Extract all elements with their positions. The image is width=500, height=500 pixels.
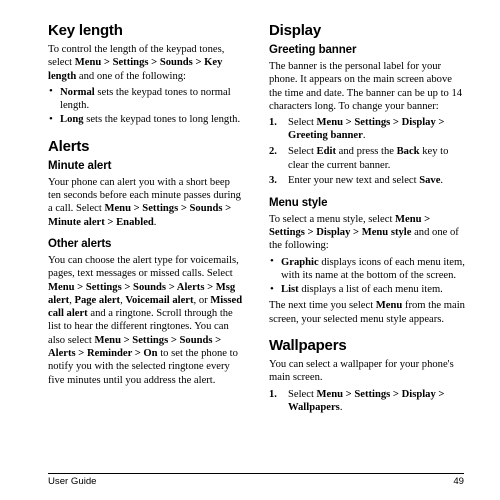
list-greeting-banner-steps: 1. Select Menu > Settings > Display > Gre… bbox=[269, 116, 466, 187]
text-plain: and one of the following: bbox=[76, 70, 187, 82]
option-keyword: Long bbox=[60, 114, 84, 126]
menu-path-keyword: Page alert bbox=[74, 294, 121, 306]
list-item: 1. Select Menu > Settings > Display > Gre… bbox=[269, 116, 466, 143]
text-plain: . bbox=[339, 401, 343, 413]
menu-path-keyword: Save bbox=[419, 175, 441, 187]
text-plain: You can choose the alert type for voicem… bbox=[48, 254, 239, 280]
text-plain: Select bbox=[288, 117, 317, 129]
heading-key-length: Key length bbox=[48, 22, 123, 39]
list-menu-style-options: • Graphic displays icons of each menu ite… bbox=[269, 255, 466, 297]
heading-alerts: Alerts bbox=[48, 137, 90, 155]
list-item: 1. Select Menu > Settings > Display > Wal… bbox=[269, 388, 466, 415]
list-item: • Normal sets the keypad tones to normal … bbox=[48, 85, 245, 113]
text-plain: The next time you select bbox=[269, 300, 376, 312]
bullet-icon: • bbox=[270, 282, 274, 295]
heading-display: Display bbox=[269, 22, 321, 39]
step-number: 1. bbox=[269, 117, 277, 129]
option-keyword: Normal bbox=[60, 86, 95, 98]
menu-path-keyword: Menu bbox=[375, 300, 403, 312]
heading-greeting-banner: Greeting banner bbox=[269, 44, 357, 56]
list-item: • Long sets the keypad tones to long leng… bbox=[48, 113, 245, 126]
document-page: Key length To control the length of the … bbox=[0, 0, 500, 500]
page-footer: User Guide 49 bbox=[48, 473, 464, 488]
text-plain: Select bbox=[288, 146, 317, 158]
heading-wallpapers: Wallpapers bbox=[269, 337, 347, 355]
text-plain: . bbox=[153, 216, 157, 228]
page-number: 49 bbox=[453, 476, 464, 487]
list-item: • Graphic displays icons of each menu ite… bbox=[269, 255, 466, 283]
right-column: Display Greeting banner The banner is th… bbox=[269, 22, 466, 417]
text-plain: To select a menu style, select bbox=[269, 213, 396, 225]
option-keyword: List bbox=[281, 284, 299, 296]
paragraph-other-alerts: You can choose the alert type for voicem… bbox=[48, 254, 245, 387]
step-number: 3. bbox=[269, 175, 277, 187]
paragraph-key-length-intro: To control the length of the keypad tone… bbox=[48, 43, 245, 83]
bullet-icon: • bbox=[49, 85, 53, 98]
paragraph-minute-alert: Your phone can alert you with a short be… bbox=[48, 176, 245, 229]
bullet-icon: • bbox=[270, 255, 274, 268]
text-plain: displays a list of each menu item. bbox=[298, 284, 443, 296]
list-item: • List displays a list of each menu item. bbox=[269, 283, 466, 296]
text-plain: Select bbox=[288, 388, 317, 400]
text-plain: Enter your new text and select bbox=[288, 175, 420, 187]
heading-minute-alert: Minute alert bbox=[48, 159, 112, 172]
text-plain: . bbox=[362, 130, 366, 142]
option-keyword: Graphic bbox=[281, 256, 319, 268]
menu-path-keyword: Edit bbox=[316, 146, 336, 158]
list-item: 3. Enter your new text and select Save. bbox=[269, 174, 466, 187]
list-wallpapers-steps: 1. Select Menu > Settings > Display > Wal… bbox=[269, 388, 466, 415]
list-item: 2. Select Edit and press the Back key to … bbox=[269, 145, 466, 172]
left-column: Key length To control the length of the … bbox=[48, 22, 245, 389]
step-number: 1. bbox=[269, 388, 277, 400]
text-plain: . bbox=[440, 175, 444, 187]
page-columns: Key length To control the length of the … bbox=[48, 22, 465, 447]
paragraph-menu-style-intro: To select a menu style, select Menu > Se… bbox=[269, 213, 466, 253]
footer-label: User Guide bbox=[48, 476, 97, 487]
menu-path-keyword: Voicemail alert bbox=[125, 294, 194, 306]
text-plain: sets the keypad tones to long length. bbox=[83, 114, 241, 126]
text-plain: , or bbox=[193, 294, 211, 306]
step-number: 2. bbox=[269, 146, 277, 158]
list-key-length-options: • Normal sets the keypad tones to normal … bbox=[48, 85, 245, 127]
paragraph-greeting-banner: The banner is the personal label for you… bbox=[269, 61, 463, 112]
paragraph-menu-style-closing: The next time you select Menu from the m… bbox=[269, 299, 466, 326]
menu-path-keyword: Back bbox=[396, 146, 420, 158]
paragraph-wallpapers: You can select a wallpaper for your phon… bbox=[269, 359, 454, 384]
heading-menu-style: Menu style bbox=[269, 196, 328, 209]
heading-other-alerts: Other alerts bbox=[48, 237, 112, 250]
bullet-icon: • bbox=[49, 112, 53, 125]
text-plain: and press the bbox=[335, 146, 397, 158]
